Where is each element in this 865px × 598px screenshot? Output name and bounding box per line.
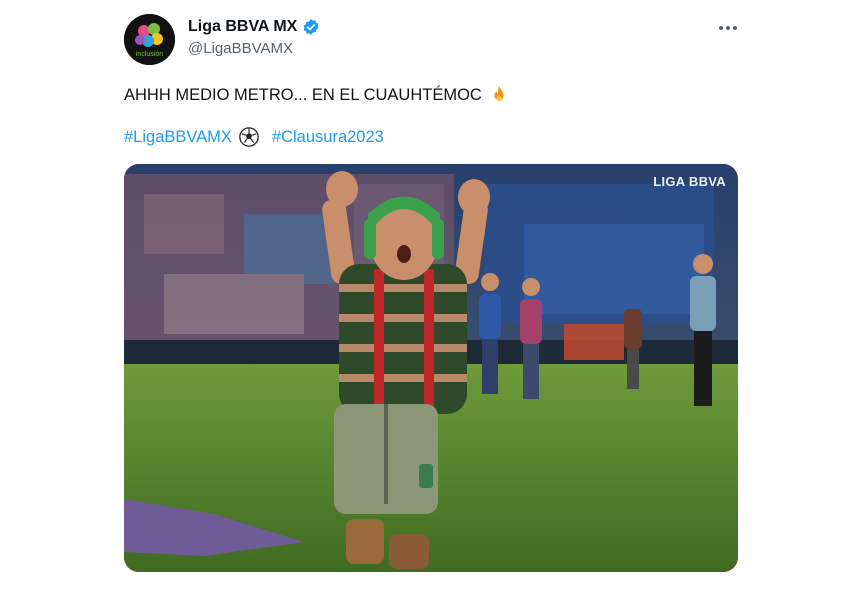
tweet-card: inclusión Liga BBVA MX @LigaBBVAMX AHHH …: [0, 0, 865, 598]
inclusion-logo-icon: inclusión: [124, 14, 175, 65]
name-row: Liga BBVA MX: [188, 17, 320, 37]
hashtags: #LigaBBVAMX #Clausura2023: [124, 126, 384, 148]
verified-badge-icon: [303, 19, 319, 35]
fire-icon: [494, 85, 504, 102]
display-name[interactable]: Liga BBVA MX: [188, 17, 297, 37]
tweet-photo[interactable]: LIGA BBVA: [124, 164, 738, 572]
soccer-ball-icon: [239, 127, 259, 147]
avatar-label: inclusión: [136, 51, 163, 58]
media-watermark: LIGA BBVA: [653, 174, 726, 189]
tweet-text-content: AHHH MEDIO METRO... EN EL CUAUHTÉMOC: [124, 86, 482, 104]
handle[interactable]: @LigaBBVAMX: [188, 40, 293, 58]
hashtag-ligabbvamx[interactable]: #LigaBBVAMX: [124, 126, 232, 148]
stadium-photo-image: [124, 164, 738, 572]
tweet-text: AHHH MEDIO METRO... EN EL CUAUHTÉMOC: [124, 84, 510, 106]
more-options-icon: [719, 26, 723, 30]
avatar[interactable]: inclusión: [124, 14, 175, 65]
more-options-button[interactable]: [715, 18, 741, 38]
hashtag-clausura2023[interactable]: #Clausura2023: [272, 126, 384, 148]
